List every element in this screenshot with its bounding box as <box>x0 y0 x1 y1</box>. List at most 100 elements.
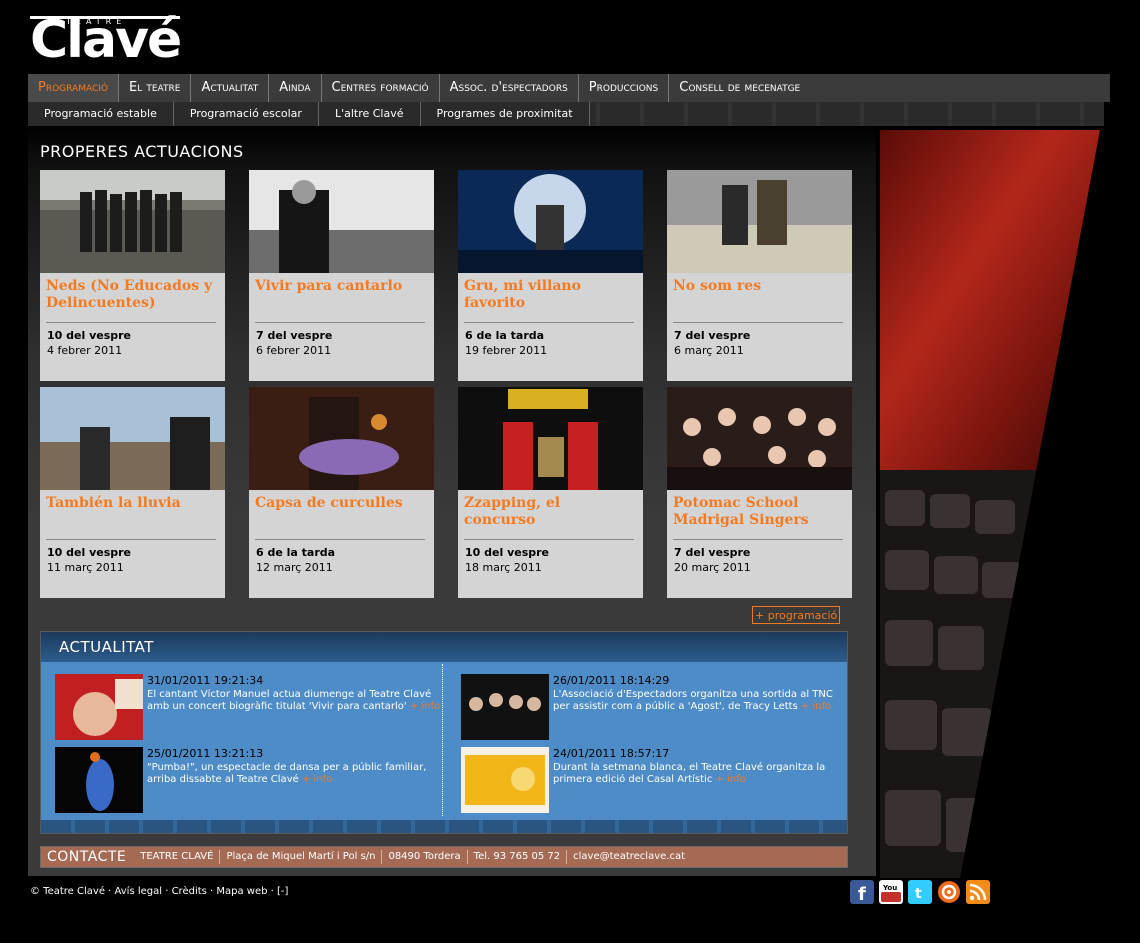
nav-programacio[interactable]: Programació <box>28 74 119 102</box>
news-text-body: L'Associació d'Espectadors organitza una… <box>553 689 833 712</box>
show-card[interactable]: Capsa de curculles 6 de la tarda 12 març… <box>249 387 434 598</box>
contact-phone: Tel. 93 765 05 72 <box>468 850 568 864</box>
show-thumbnail[interactable] <box>40 170 225 273</box>
more-programacio-link[interactable]: + programació <box>752 606 841 624</box>
show-time: 7 del vespre <box>256 329 333 342</box>
svg-text:t: t <box>915 886 922 902</box>
nav-produccions[interactable]: Produccions <box>579 74 670 102</box>
show-title[interactable]: También la lluvia <box>46 495 216 537</box>
show-thumbnail[interactable] <box>667 170 852 273</box>
show-date: 18 març 2011 <box>465 561 542 574</box>
show-time: 10 del vespre <box>465 546 550 559</box>
section-title: PROPERES ACTUACIONS <box>40 142 244 161</box>
news-header: ACTUALITAT <box>41 632 847 662</box>
subnav-programacio-estable[interactable]: Programació estable <box>28 102 174 126</box>
show-thumbnail[interactable] <box>249 170 434 273</box>
show-thumbnail[interactable] <box>458 387 643 490</box>
show-time: 7 del vespre <box>674 329 751 342</box>
news-info-link[interactable]: + info <box>410 701 440 712</box>
subnav-programes-proximitat[interactable]: Programes de proximitat <box>420 102 590 126</box>
show-time: 6 de la tarda <box>256 546 336 559</box>
show-card[interactable]: No som res 7 del vespre 6 març 2011 <box>667 170 852 381</box>
news-text-body: "Pumba!", un espectacle de dansa per a p… <box>147 762 427 785</box>
site-logo[interactable]: TEATRE Clavé <box>28 10 188 70</box>
news-date: 26/01/2011 18:14:29 <box>553 674 670 687</box>
news-item[interactable]: 24/01/2011 18:57:17 Durant la setmana bl… <box>461 747 851 813</box>
news-text[interactable]: Durant la setmana blanca, el Teatre Clav… <box>553 762 848 786</box>
show-date: 20 març 2011 <box>674 561 751 574</box>
contact-postcode: 08490 Tordera <box>382 850 468 864</box>
news-item[interactable]: 26/01/2011 18:14:29 L'Associació d'Espec… <box>461 674 851 740</box>
nav-centres-formacio[interactable]: Centres formació <box>322 74 440 102</box>
show-title[interactable]: Vivir para cantarlo <box>255 278 425 320</box>
card-divider <box>464 539 634 540</box>
nav-assoc-espectadors[interactable]: Assoc. d'espectadors <box>440 74 579 102</box>
news-thumbnail[interactable] <box>461 674 549 740</box>
news-text[interactable]: El cantant Víctor Manuel actua diumenge … <box>147 689 442 713</box>
show-date: 6 febrer 2011 <box>256 344 332 357</box>
show-thumbnail[interactable] <box>249 387 434 490</box>
svg-text:f: f <box>858 884 866 904</box>
show-title[interactable]: Zzapping, el concurso <box>464 495 634 537</box>
twitter-icon[interactable]: t <box>908 880 932 904</box>
subnav-programacio-escolar[interactable]: Programació escolar <box>173 102 319 126</box>
show-time: 7 del vespre <box>674 546 751 559</box>
youtube-icon[interactable]: You <box>879 880 903 904</box>
card-divider <box>46 539 216 540</box>
show-title[interactable]: Capsa de curculles <box>255 495 425 537</box>
news-item[interactable]: 31/01/2011 19:21:34 El cantant Víctor Ma… <box>55 674 445 740</box>
podcast-icon[interactable] <box>937 880 961 904</box>
show-title[interactable]: Gru, mi villano favorito <box>464 278 634 320</box>
rss-icon[interactable] <box>966 880 990 904</box>
show-card[interactable]: También la lluvia 10 del vespre 11 març … <box>40 387 225 598</box>
show-title[interactable]: No som res <box>673 278 843 320</box>
contact-bar: CONTACTE TEATRE CLAVÉ Plaça de Miquel Ma… <box>40 846 848 868</box>
show-thumbnail[interactable] <box>458 170 643 273</box>
nav-consell-mecenatge[interactable]: Consell de mecenatge <box>669 74 810 102</box>
subnav-altre-clave[interactable]: L'altre Clavé <box>318 102 421 126</box>
main-content: PROPERES ACTUACIONS Neds (No Educados y … <box>28 126 876 876</box>
card-divider <box>46 322 216 323</box>
sub-nav: Programació estable Programació escolar … <box>28 102 1104 126</box>
show-thumbnail[interactable] <box>40 387 225 490</box>
theatre-seats-image <box>880 130 1100 878</box>
show-card[interactable]: Vivir para cantarlo 7 del vespre 6 febre… <box>249 170 434 381</box>
news-text-body: El cantant Víctor Manuel actua diumenge … <box>147 689 432 712</box>
news-date: 24/01/2011 18:57:17 <box>553 747 670 760</box>
card-divider <box>464 322 634 323</box>
news-date: 25/01/2011 13:21:13 <box>147 747 264 760</box>
news-body: 31/01/2011 19:21:34 El cantant Víctor Ma… <box>41 662 847 820</box>
news-item[interactable]: 25/01/2011 13:21:13 "Pumba!", un especta… <box>55 747 445 813</box>
news-text[interactable]: "Pumba!", un espectacle de dansa per a p… <box>147 762 442 786</box>
show-card[interactable]: Zzapping, el concurso 10 del vespre 18 m… <box>458 387 643 598</box>
show-title[interactable]: Potomac School Madrigal Singers <box>673 495 843 537</box>
nav-actualitat[interactable]: Actualitat <box>191 74 270 102</box>
footer-links[interactable]: © Teatre Clavé · Avís legal · Crèdits · … <box>30 886 288 897</box>
show-date: 4 febrer 2011 <box>47 344 123 357</box>
nav-ainda[interactable]: Ainda <box>269 74 322 102</box>
show-title[interactable]: Neds (No Educados y Delincuentes) <box>46 278 216 320</box>
news-panel: ACTUALITAT 31/01/2011 19:21:34 El cantan… <box>40 631 848 834</box>
svg-text:You: You <box>882 884 897 892</box>
news-thumbnail[interactable] <box>55 674 143 740</box>
logo-text: Clavé <box>30 10 182 70</box>
news-date: 31/01/2011 19:21:34 <box>147 674 264 687</box>
news-info-link[interactable]: + info <box>716 774 746 785</box>
card-divider <box>673 539 843 540</box>
show-time: 6 de la tarda <box>465 329 545 342</box>
news-text[interactable]: L'Associació d'Espectadors organitza una… <box>553 689 848 713</box>
main-nav: Programació El teatre Actualitat Ainda C… <box>28 74 1110 102</box>
news-info-link[interactable]: + info <box>801 701 831 712</box>
show-card[interactable]: Neds (No Educados y Delincuentes) 10 del… <box>40 170 225 381</box>
news-info-link[interactable]: + info <box>302 774 332 785</box>
show-thumbnail[interactable] <box>667 387 852 490</box>
facebook-icon[interactable]: f <box>850 880 874 904</box>
contact-name: TEATRE CLAVÉ <box>134 850 221 864</box>
show-card[interactable]: Potomac School Madrigal Singers 7 del ve… <box>667 387 852 598</box>
show-card[interactable]: Gru, mi villano favorito 6 de la tarda 1… <box>458 170 643 381</box>
news-thumbnail[interactable] <box>461 747 549 813</box>
contact-email[interactable]: clave@teatreclave.cat <box>567 850 691 864</box>
contact-label: CONTACTE <box>47 849 127 865</box>
nav-el-teatre[interactable]: El teatre <box>119 74 192 102</box>
news-thumbnail[interactable] <box>55 747 143 813</box>
